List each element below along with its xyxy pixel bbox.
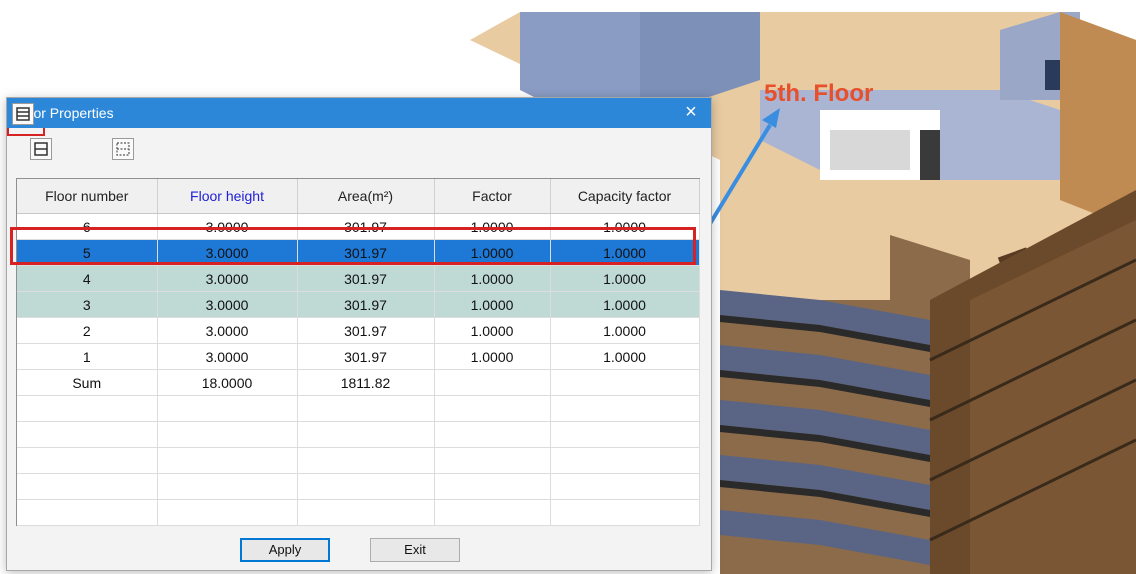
cell-height[interactable]: 3.0000 [157, 213, 298, 240]
close-icon[interactable]: × [679, 100, 703, 124]
cell-capacity[interactable] [550, 369, 700, 396]
column-header-factor[interactable]: Factor [434, 179, 551, 214]
empty-row [17, 499, 700, 526]
cell-capacity[interactable]: 1.0000 [550, 317, 700, 344]
cell-area[interactable]: 301.97 [297, 239, 435, 266]
empty-row [17, 447, 700, 474]
cell-floor[interactable]: 2 [17, 317, 158, 344]
column-header-floor-height[interactable]: Floor height [157, 179, 298, 214]
cell-height[interactable]: 3.0000 [157, 343, 298, 370]
column-header-floor-number[interactable]: Floor number [17, 179, 158, 214]
cell-area[interactable]: 301.97 [297, 317, 435, 344]
empty-row [17, 395, 700, 422]
cell-height[interactable]: 3.0000 [157, 265, 298, 292]
apply-button[interactable]: Apply [240, 538, 330, 562]
cell-area[interactable]: 301.97 [297, 291, 435, 318]
floor-callout-label: 5th. Floor [764, 80, 874, 107]
cell-floor[interactable]: Sum [17, 369, 158, 396]
dialog-titlebar[interactable]: Floor Properties × [7, 98, 711, 128]
cell-factor[interactable] [434, 369, 551, 396]
cell-area[interactable]: 301.97 [297, 265, 435, 292]
floor-split-icon [12, 103, 34, 125]
floor-dashed-icon[interactable] [112, 138, 134, 160]
empty-row [17, 473, 700, 500]
table-row-selected[interactable]: 5 3.0000 301.97 1.0000 1.0000 [17, 239, 700, 266]
cell-factor[interactable]: 1.0000 [434, 291, 551, 318]
cell-floor[interactable]: 5 [17, 239, 158, 266]
cell-area[interactable]: 301.97 [297, 213, 435, 240]
cell-capacity[interactable]: 1.0000 [550, 213, 700, 240]
column-header-area[interactable]: Area(m²) [297, 179, 435, 214]
cell-floor[interactable]: 6 [17, 213, 158, 240]
cell-floor[interactable]: 4 [17, 265, 158, 292]
cell-floor[interactable]: 1 [17, 343, 158, 370]
cell-factor[interactable]: 1.0000 [434, 265, 551, 292]
empty-row [17, 421, 700, 448]
cell-height[interactable]: 3.0000 [157, 239, 298, 266]
cell-factor[interactable]: 1.0000 [434, 343, 551, 370]
cell-area[interactable]: 1811.82 [297, 369, 435, 396]
cell-factor[interactable]: 1.0000 [434, 213, 551, 240]
cell-floor[interactable]: 3 [17, 291, 158, 318]
table-row[interactable]: 2 3.0000 301.97 1.0000 1.0000 [17, 317, 700, 344]
cell-capacity[interactable]: 1.0000 [550, 291, 700, 318]
cell-capacity[interactable]: 1.0000 [550, 239, 700, 266]
table-row[interactable]: 3 3.0000 301.97 1.0000 1.0000 [17, 291, 700, 318]
column-header-capacity-factor[interactable]: Capacity factor [550, 179, 700, 214]
table-row[interactable]: 6 3.0000 301.97 1.0000 1.0000 [17, 213, 700, 240]
floor-single-icon[interactable] [30, 138, 52, 160]
floor-properties-dialog: Floor Properties × Floor number Floor he… [6, 97, 712, 571]
cell-factor[interactable]: 1.0000 [434, 317, 551, 344]
table-row[interactable]: 4 3.0000 301.97 1.0000 1.0000 [17, 265, 700, 292]
cell-area[interactable]: 301.97 [297, 343, 435, 370]
table-row-sum[interactable]: Sum 18.0000 1811.82 [17, 369, 700, 396]
floor-table: Floor number Floor height Area(m²) Facto… [16, 178, 700, 526]
cell-height[interactable]: 3.0000 [157, 317, 298, 344]
exit-button[interactable]: Exit [370, 538, 460, 562]
cell-capacity[interactable]: 1.0000 [550, 265, 700, 292]
cell-capacity[interactable]: 1.0000 [550, 343, 700, 370]
cell-factor[interactable]: 1.0000 [434, 239, 551, 266]
cell-height[interactable]: 18.0000 [157, 369, 298, 396]
cell-height[interactable]: 3.0000 [157, 291, 298, 318]
table-row[interactable]: 1 3.0000 301.97 1.0000 1.0000 [17, 343, 700, 370]
